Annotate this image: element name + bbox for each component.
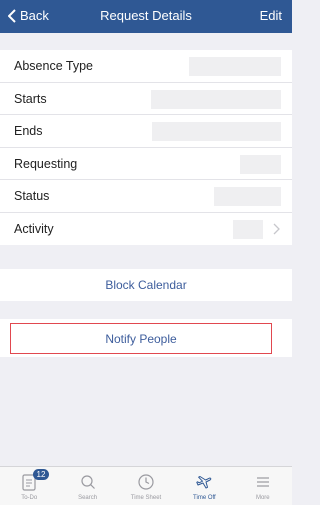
tab-time-sheet[interactable]: Time Sheet [117, 467, 175, 505]
tab-bar: 12 To-Do Search Time Sheet Time Off More [0, 466, 292, 505]
requesting-label: Requesting [14, 156, 78, 171]
starts-row: Starts [0, 83, 292, 115]
requesting-row: Requesting [0, 148, 292, 180]
back-button[interactable]: Back [8, 8, 49, 23]
tab-time-off[interactable]: Time Off [175, 467, 233, 505]
absence-type-row: Absence Type [0, 50, 292, 83]
ends-row: Ends [0, 115, 292, 148]
nav-bar: Back Request Details Edit [0, 0, 292, 33]
activity-row[interactable]: Activity [0, 213, 292, 246]
starts-value [151, 89, 281, 109]
absence-type-label: Absence Type [14, 59, 93, 73]
chevron-right-icon [273, 223, 280, 234]
status-value [214, 187, 281, 206]
edit-button[interactable]: Edit [260, 8, 282, 23]
activity-label: Activity [14, 221, 54, 236]
status-row: Status [0, 180, 292, 213]
tab-search[interactable]: Search [58, 467, 116, 505]
ends-value [152, 122, 281, 141]
request-details-list: Absence Type Starts Ends Requesting Stat… [0, 50, 292, 245]
notify-people-label: Notify People [105, 332, 177, 346]
status-label: Status [14, 189, 50, 203]
todo-badge: 12 [33, 469, 49, 480]
search-icon [80, 475, 95, 489]
clock-icon [138, 474, 154, 490]
requesting-value [240, 154, 281, 174]
tab-time-off-label: Time Off [193, 495, 216, 501]
chevron-left-icon [8, 8, 16, 23]
absence-type-value [189, 57, 281, 76]
notify-people-card: Notify People [0, 319, 292, 357]
back-label: Back [20, 8, 49, 23]
ends-label: Ends [14, 124, 43, 138]
block-calendar-button[interactable]: Block Calendar [0, 278, 292, 292]
tab-todo[interactable]: 12 To-Do [0, 467, 58, 505]
activity-value [233, 219, 263, 239]
tab-search-label: Search [78, 495, 98, 501]
tab-more[interactable]: More [234, 467, 292, 505]
tab-more-label: More [255, 495, 270, 501]
notify-people-button[interactable]: Notify People [10, 323, 272, 354]
plane-icon [196, 476, 212, 489]
tab-todo-label: To-Do [21, 495, 38, 501]
block-calendar-card: Block Calendar [0, 269, 292, 301]
starts-label: Starts [14, 91, 47, 106]
tab-time-sheet-label: Time Sheet [130, 495, 162, 501]
menu-icon [256, 477, 269, 487]
